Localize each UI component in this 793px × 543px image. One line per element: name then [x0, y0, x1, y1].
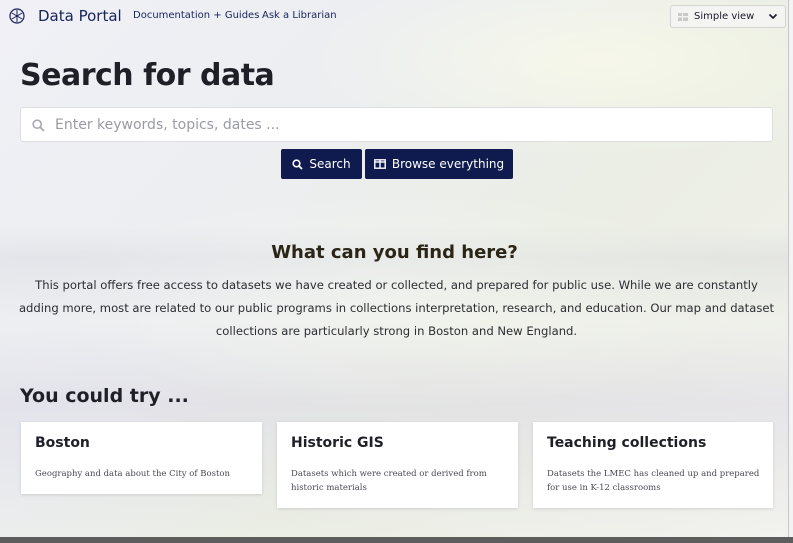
suggestion-card-teaching-collections[interactable]: Teaching collections Datasets the LMEC h…	[533, 422, 773, 508]
browse-button-label: Browse everything	[391, 157, 505, 171]
view-mode-select[interactable]: Simple view	[670, 5, 786, 28]
card-title: Historic GIS	[291, 435, 384, 451]
logo-icon[interactable]	[9, 8, 25, 24]
about-heading: What can you find here?	[271, 242, 518, 263]
suggestions-heading: You could try ...	[20, 385, 189, 407]
search-button-label: Search	[309, 157, 351, 171]
search-icon	[292, 158, 304, 170]
top-nav: Data Portal Documentation + Guides Ask a…	[0, 0, 788, 34]
nav-link-documentation[interactable]: Documentation + Guides	[133, 10, 259, 21]
brand-link[interactable]: Data Portal	[38, 7, 122, 25]
suggestion-card-historic-gis[interactable]: Historic GIS Datasets which were created…	[277, 422, 518, 508]
card-description: Geography and data about the City of Bos…	[35, 469, 230, 479]
card-title: Teaching collections	[547, 435, 707, 451]
browser-window: Data Portal Documentation + Guides Ask a…	[0, 0, 789, 537]
columns-icon	[373, 159, 386, 169]
grid-icon	[678, 13, 688, 21]
chevron-down-icon	[768, 13, 778, 20]
search-button[interactable]: Search	[281, 149, 362, 179]
card-title: Boston	[35, 435, 90, 451]
view-mode-label: Simple view	[694, 11, 755, 22]
card-description: Datasets the LMEC has cleaned up and pre…	[547, 469, 760, 493]
suggestion-card-boston[interactable]: Boston Geography and data about the City…	[21, 422, 262, 494]
about-text: This portal offers free access to datase…	[18, 278, 775, 338]
search-input[interactable]	[55, 114, 755, 136]
browse-everything-button[interactable]: Browse everything	[365, 149, 513, 179]
window-edge	[789, 0, 793, 543]
page-title: Search for data	[20, 58, 275, 93]
search-icon	[32, 119, 45, 132]
nav-link-ask-librarian[interactable]: Ask a Librarian	[262, 10, 337, 21]
window-bottom-edge	[0, 537, 793, 543]
search-field[interactable]	[20, 107, 773, 142]
card-description: Datasets which were created or derived f…	[291, 469, 487, 493]
